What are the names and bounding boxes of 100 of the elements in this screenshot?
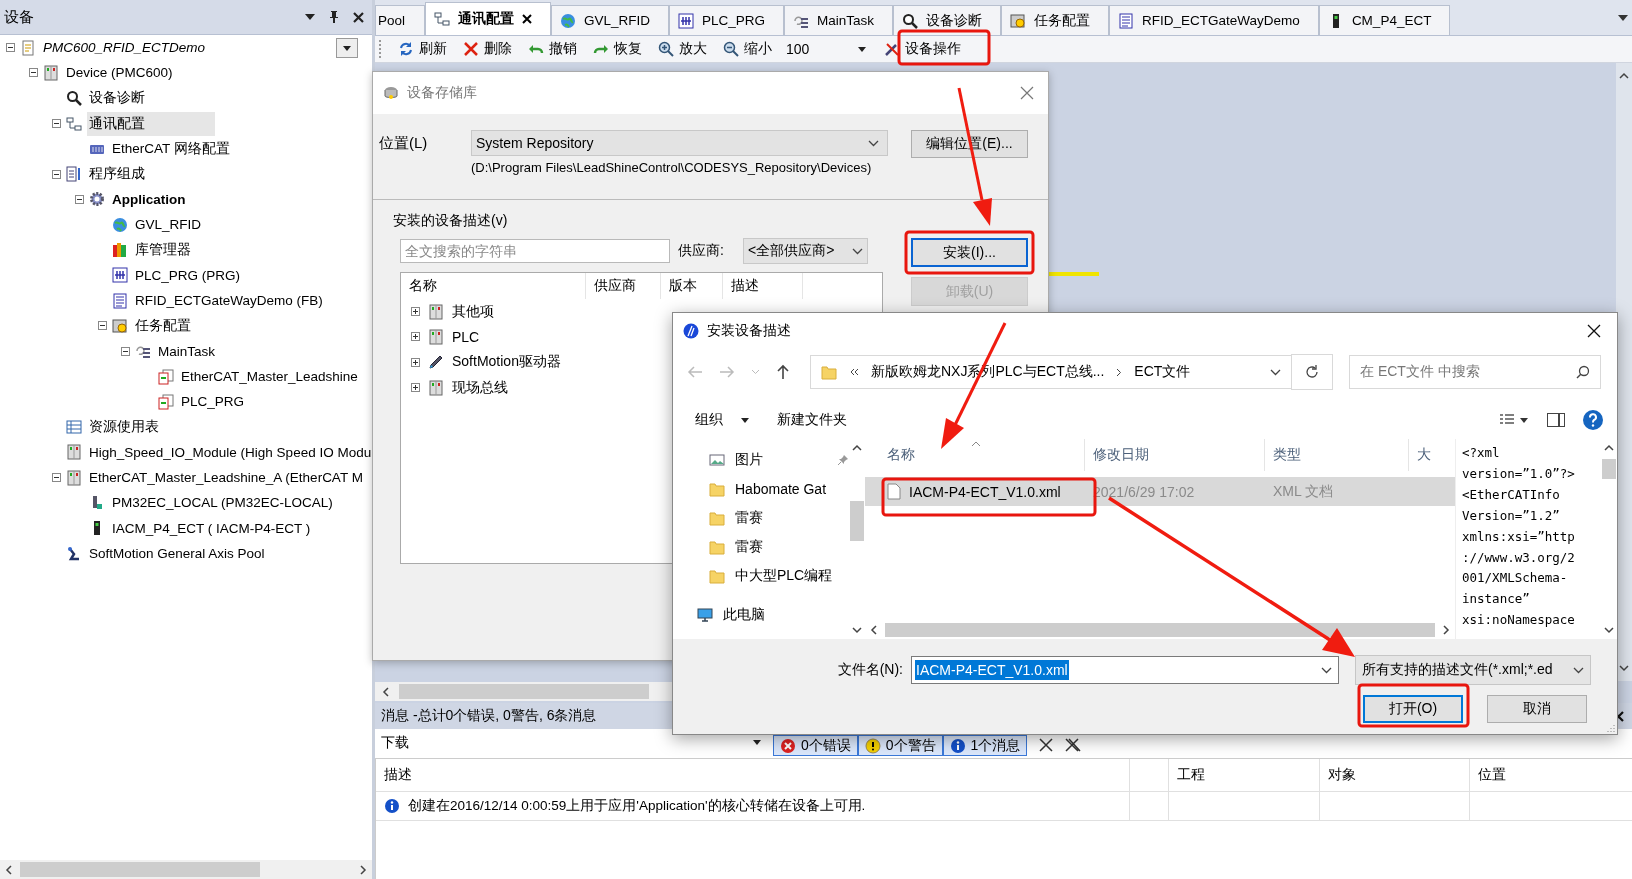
tree-item[interactable]: GVL_RFID xyxy=(133,214,204,236)
dropdown-button[interactable] xyxy=(336,38,358,58)
column-header[interactable]: 位置 xyxy=(1478,766,1506,784)
zoom-dropdown[interactable]: 100 xyxy=(786,41,866,57)
expand-toggle[interactable] xyxy=(411,383,420,393)
close-icon[interactable] xyxy=(353,11,364,23)
column-header[interactable]: 供应商 xyxy=(586,273,661,299)
up-arrow-icon[interactable] xyxy=(776,364,790,380)
collapse-toggle[interactable] xyxy=(52,119,61,129)
search-field[interactable]: 在 ECT文件 中搜索 xyxy=(1349,355,1601,389)
tree-item[interactable]: 通讯配置 xyxy=(87,111,215,136)
collapse-toggle[interactable] xyxy=(98,321,107,331)
source-dropdown[interactable]: 下载 xyxy=(375,733,765,752)
column-header[interactable]: 大 xyxy=(1409,439,1455,471)
toolbar-button[interactable]: 设备操作 xyxy=(878,38,967,60)
resize-grip-icon[interactable] xyxy=(1607,724,1615,732)
arrow-right-icon[interactable] xyxy=(1441,625,1451,635)
preview-pane-icon[interactable] xyxy=(1547,413,1565,427)
tree-item[interactable]: PLC_PRG (PRG) xyxy=(133,264,243,286)
file-type-dropdown[interactable]: 所有支持的描述文件(*.xml;*.ed xyxy=(1355,655,1591,685)
editor-tab[interactable]: GVL_RFID xyxy=(551,5,670,35)
editor-tab[interactable]: PLC_PRG xyxy=(669,5,785,35)
column-header[interactable]: 修改日期 xyxy=(1085,439,1265,471)
tree-item[interactable]: Application xyxy=(110,188,188,210)
arrow-up-icon[interactable] xyxy=(852,443,862,453)
toolbar-button[interactable]: 放大 xyxy=(652,38,713,60)
breadcrumb-item[interactable]: ECT文件 xyxy=(1134,363,1191,381)
column-header[interactable]: 工程 xyxy=(1177,766,1205,784)
editor-tab[interactable]: MainTask xyxy=(784,5,894,35)
clear-all-icon[interactable] xyxy=(1065,738,1082,752)
horizontal-scrollbar[interactable] xyxy=(0,860,372,879)
tree-item[interactable]: 程序组成 xyxy=(87,162,147,187)
tree-item[interactable]: 设备诊断 xyxy=(87,86,147,111)
toolbar-button[interactable]: 删除 xyxy=(457,38,518,60)
collapse-toggle[interactable] xyxy=(75,194,84,204)
install-button[interactable]: 安装(I)... xyxy=(911,238,1028,267)
tree-item[interactable]: PMC600_RFID_ECTDemo xyxy=(41,37,208,59)
tree-item[interactable]: SoftMotion General Axis Pool xyxy=(87,543,267,565)
arrow-down-icon[interactable] xyxy=(1604,625,1614,635)
tree-item[interactable]: IACM_P4_ECT ( IACM-P4-ECT ) xyxy=(110,517,313,539)
dropdown-icon[interactable] xyxy=(1618,15,1628,21)
editor-tab[interactable]: RFID_ECTGateWayDemo xyxy=(1109,5,1319,35)
scrollbar-thumb[interactable] xyxy=(885,623,1435,637)
dropdown-arrow-icon[interactable] xyxy=(343,45,351,51)
dropdown-arrow-icon[interactable] xyxy=(858,46,866,52)
message-filter-toggle[interactable]: 0个错误 xyxy=(773,735,858,756)
dropdown-arrow-icon[interactable] xyxy=(741,417,749,423)
message-filter-toggle[interactable]: 1个消息 xyxy=(942,735,1028,756)
location-dropdown[interactable]: System Repository xyxy=(471,130,888,156)
tree-item[interactable]: Device (PMC600) xyxy=(64,62,175,84)
arrow-up-icon[interactable] xyxy=(1604,443,1614,453)
collapse-toggle[interactable] xyxy=(6,43,15,53)
arrow-left-icon[interactable] xyxy=(381,686,391,697)
nav-item[interactable]: 雷赛 xyxy=(735,537,763,556)
dropdown-arrow-icon[interactable] xyxy=(753,740,761,745)
overflow-chevron-icon[interactable] xyxy=(849,368,859,376)
tree-item[interactable]: SoftMotion驱动器 xyxy=(452,353,561,372)
scrollbar-thumb[interactable] xyxy=(1602,459,1616,479)
scrollbar-thumb[interactable] xyxy=(850,501,864,541)
editor-tab[interactable]: 任务配置 xyxy=(1001,5,1110,35)
editor-tab[interactable]: 通讯配置 xyxy=(425,2,551,35)
clear-icon[interactable] xyxy=(1039,738,1054,752)
nav-item[interactable]: Habomate Gat xyxy=(735,480,827,497)
search-field[interactable]: 全文搜索的字符串 xyxy=(400,239,670,263)
arrow-down-icon[interactable] xyxy=(1619,663,1629,673)
column-header[interactable]: 描述 xyxy=(723,273,803,299)
toolbar-button[interactable]: 刷新 xyxy=(392,38,453,60)
nav-item[interactable]: 中大型PLC编程 xyxy=(735,566,833,585)
tree-item[interactable]: PLC xyxy=(452,328,480,345)
tree-item[interactable]: RFID_ECTGateWayDemo (FB) xyxy=(133,290,325,312)
arrow-right-icon[interactable] xyxy=(358,864,368,875)
tree-item[interactable]: 资源使用表 xyxy=(87,415,161,440)
tree-item[interactable]: MainTask xyxy=(156,340,218,362)
tree-item[interactable]: 库管理器 xyxy=(133,238,193,262)
toolbar-button[interactable]: 撤销 xyxy=(522,38,583,60)
new-folder-button[interactable]: 新建文件夹 xyxy=(767,407,857,433)
toolbar-button[interactable]: 恢复 xyxy=(587,38,648,60)
nav-item[interactable]: 此电脑 xyxy=(723,605,765,624)
organize-menu[interactable]: 组织 xyxy=(685,407,759,433)
editor-tab[interactable]: 设备诊断 xyxy=(893,5,1002,35)
scrollbar-thumb[interactable] xyxy=(20,862,260,877)
column-header[interactable]: 对象 xyxy=(1328,766,1356,784)
vendor-dropdown[interactable]: <全部供应商> xyxy=(743,238,868,264)
arrow-left-icon[interactable] xyxy=(4,864,14,875)
open-button[interactable]: 打开(O) xyxy=(1363,695,1463,723)
collapse-toggle[interactable] xyxy=(52,169,61,179)
tree-item[interactable]: High_Speed_IO_Module (High Speed IO Modu xyxy=(87,441,374,463)
column-header[interactable]: 类型 xyxy=(1265,439,1409,471)
view-options-icon[interactable] xyxy=(1499,413,1529,427)
toolbar-button[interactable]: 缩小 xyxy=(717,38,778,60)
dropdown-icon[interactable] xyxy=(305,14,315,20)
arrow-down-icon[interactable] xyxy=(852,625,862,635)
collapse-toggle[interactable] xyxy=(29,68,38,78)
expand-toggle[interactable] xyxy=(411,307,420,317)
tree-item[interactable]: EtherCAT_Master_Leadshine_A (EtherCAT M xyxy=(87,467,365,489)
refresh-button[interactable] xyxy=(1291,354,1333,390)
expand-toggle[interactable] xyxy=(411,332,420,342)
nav-item[interactable]: 图片 xyxy=(735,450,763,469)
chevron-down-icon[interactable] xyxy=(1270,368,1281,376)
collapse-toggle[interactable] xyxy=(52,473,61,483)
